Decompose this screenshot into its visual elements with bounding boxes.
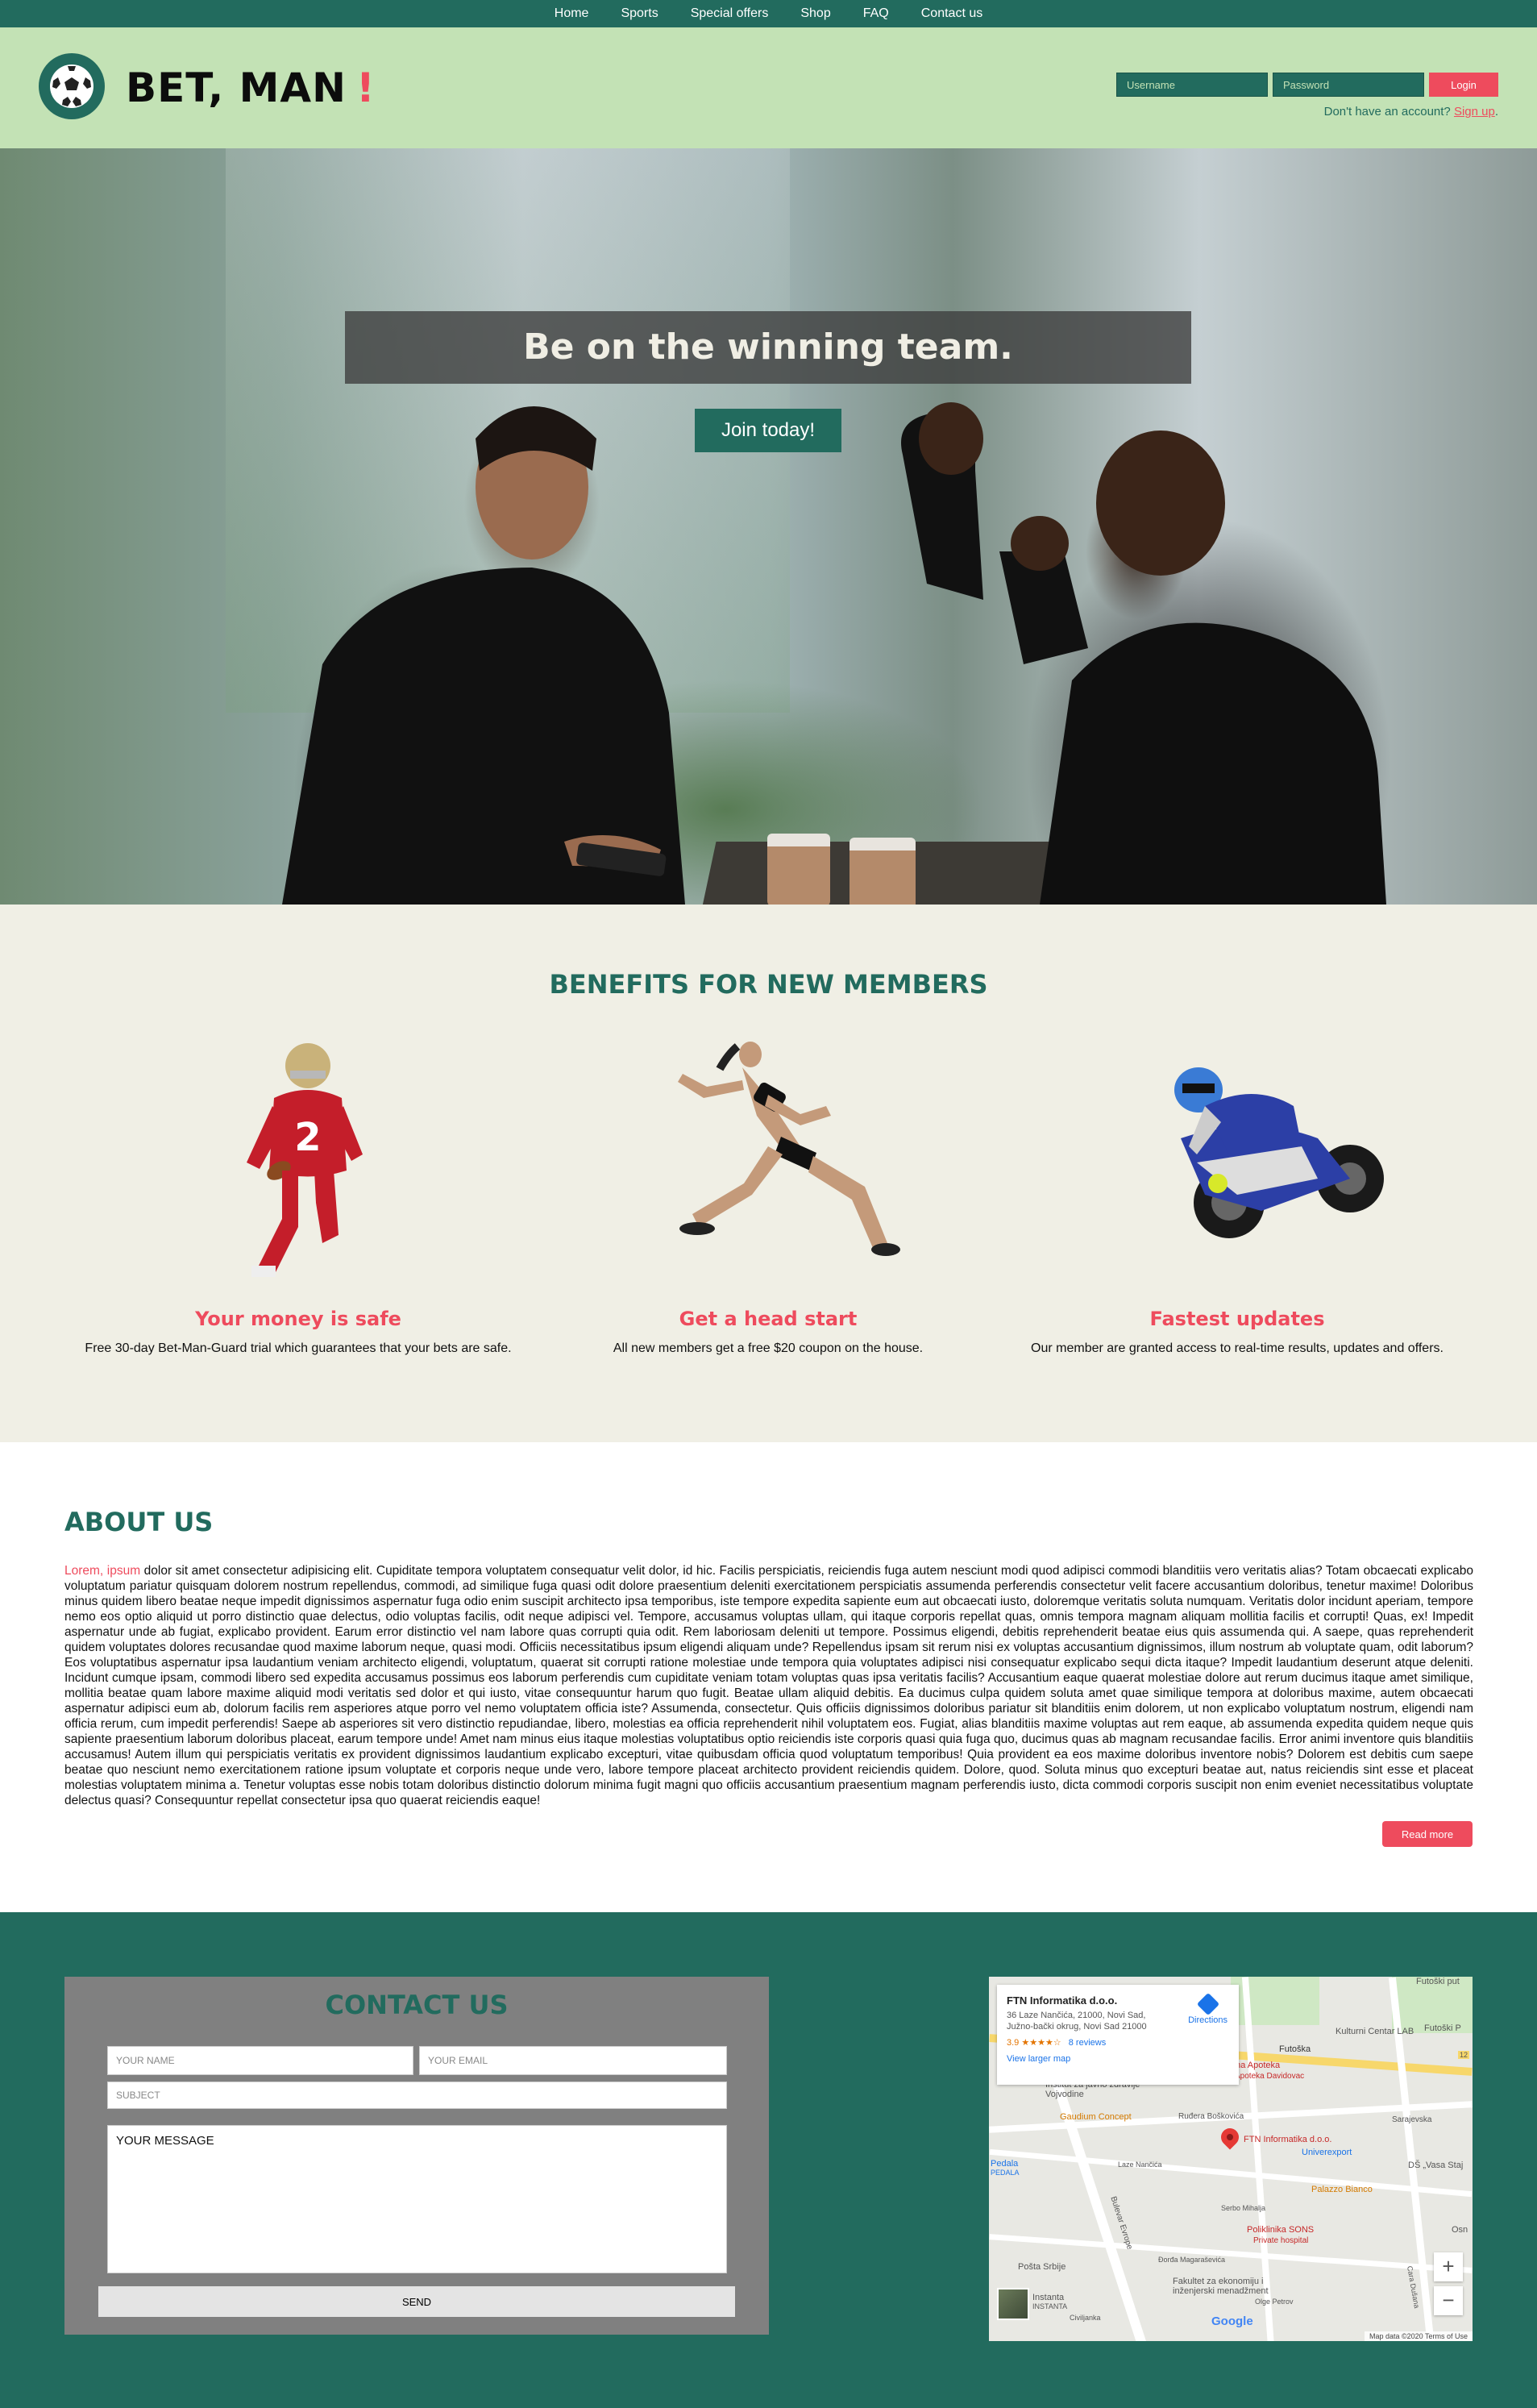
map-info-card: FTN Informatika d.o.o. 36 Laze Nančića, … <box>997 1985 1239 2085</box>
directions-label: Directions <box>1188 2015 1228 2025</box>
hero-banner: Be on the winning team. Join today! <box>0 148 1537 905</box>
star-rating-icon: ★★★★☆ <box>1021 2038 1061 2048</box>
map-label: Olge Petrov <box>1255 2298 1294 2306</box>
soccer-ball-icon[interactable] <box>39 53 105 119</box>
nav-contact-us[interactable]: Contact us <box>921 6 982 21</box>
map-label: Poliklinika SONS <box>1247 2225 1315 2235</box>
nav-faq[interactable]: FAQ <box>863 6 889 21</box>
map-label: Univerexport <box>1302 2148 1352 2157</box>
map-label: INSTANTA <box>1032 2302 1068 2310</box>
map-label: Serbo Mihalja <box>1221 2204 1266 2212</box>
map-road-badge: 12 <box>1458 2051 1470 2059</box>
map-label: Private hospital <box>1253 2236 1309 2245</box>
map-label: DŠ „Vasa Staj <box>1408 2161 1464 2170</box>
nav-special-offers[interactable]: Special offers <box>691 6 769 21</box>
benefit-title: Fastest updates <box>1149 1308 1325 1330</box>
benefit-card: 2 Your money is safe Free 30-day Bet-Man… <box>56 1042 540 1356</box>
map-label: Laze Nančića <box>1118 2161 1162 2169</box>
message-textarea[interactable] <box>107 2125 727 2273</box>
signup-prompt: Don't have an account? Sign up. <box>1324 105 1498 119</box>
about-text: Lorem, ipsum dolor sit amet consectetur … <box>64 1563 1473 1808</box>
map-rating-value: 3.9 <box>1007 2038 1020 2048</box>
embedded-map[interactable]: Futoški put Kulturni Centar LAB Futoški … <box>989 1977 1473 2341</box>
nav-sports[interactable]: Sports <box>621 6 658 21</box>
brand-name: BET, MAN <box>126 64 347 111</box>
map-label: Futoški P <box>1424 2023 1461 2033</box>
contact-form: CONTACT US SEND <box>64 1977 769 2335</box>
map-label: Đorđa Magaraševića <box>1158 2256 1226 2264</box>
email-input[interactable] <box>419 2046 727 2075</box>
map-label: Fakultet za ekonomiju i inženjerski mena… <box>1173 2277 1269 2296</box>
svg-text:2: 2 <box>294 1115 321 1160</box>
footer: CONTACT US SEND Futoški put Kulturni Cen… <box>0 1912 1537 2408</box>
map-label: Futoška <box>1279 2044 1311 2054</box>
map-label: Apoteka Davidovac <box>1235 2072 1305 2081</box>
map-rating: 3.9 ★★★★☆ 8 reviews <box>1007 2037 1229 2048</box>
map-label: PEDALA <box>991 2169 1020 2177</box>
username-input[interactable] <box>1116 73 1268 97</box>
password-input[interactable] <box>1273 73 1424 97</box>
benefit-text: Free 30-day Bet-Man-Guard trial which gu… <box>85 1341 512 1355</box>
join-today-button[interactable]: Join today! <box>695 409 841 452</box>
map-label: Kulturni Centar LAB <box>1336 2027 1414 2036</box>
map-label: Futoški put <box>1416 1977 1460 1986</box>
zoom-in-button[interactable]: + <box>1434 2252 1463 2281</box>
motorcycle-racer-image <box>995 1042 1479 1283</box>
google-logo: Google <box>1211 2314 1253 2328</box>
brand-logo-text[interactable]: BET, MAN! <box>126 64 376 111</box>
about-title: ABOUT US <box>64 1507 214 1537</box>
directions-icon <box>1196 1992 1219 2016</box>
brand-exclamation: ! <box>355 64 376 111</box>
benefit-title: Your money is safe <box>195 1308 401 1330</box>
map-location-pin-icon[interactable] <box>1217 2124 1243 2150</box>
benefits-title: BENEFITS FOR NEW MEMBERS <box>549 969 988 1000</box>
map-label: FTN Informatika d.o.o. <box>1244 2135 1332 2144</box>
map-label: Palazzo Bianco <box>1311 2185 1373 2194</box>
map-reviews-link[interactable]: 8 reviews <box>1069 2038 1106 2048</box>
login-button[interactable]: Login <box>1429 73 1498 97</box>
zoom-out-button[interactable]: − <box>1434 2286 1463 2315</box>
top-nav: Home Sports Special offers Shop FAQ Cont… <box>0 0 1537 27</box>
satellite-toggle-thumbnail[interactable] <box>997 2288 1029 2320</box>
about-section: ABOUT US Lorem, ipsum dolor sit amet con… <box>0 1442 1537 1912</box>
signup-prompt-text: Don't have an account? <box>1323 105 1451 119</box>
site-header: BET, MAN! Login Don't have an account? S… <box>0 27 1537 148</box>
signup-suffix: . <box>1494 105 1498 119</box>
about-body: dolor sit amet consectetur adipisicing e… <box>64 1564 1473 1807</box>
nav-home[interactable]: Home <box>555 6 589 21</box>
map-label: Instanta <box>1032 2293 1065 2302</box>
name-input[interactable] <box>107 2046 413 2075</box>
about-lead: Lorem, ipsum <box>64 1564 141 1578</box>
benefit-card: Get a head start All new members get a f… <box>526 1042 1010 1356</box>
benefit-text: Our member are granted access to real-ti… <box>1031 1341 1444 1355</box>
signup-link[interactable]: Sign up <box>1454 105 1495 119</box>
running-woman-image <box>526 1042 1010 1283</box>
map-label: Sarajevska <box>1392 2115 1432 2124</box>
contact-title: CONTACT US <box>325 1990 509 2020</box>
map-label: Gaudium Concept <box>1060 2112 1132 2122</box>
subject-input[interactable] <box>107 2082 727 2109</box>
directions-button[interactable]: Directions <box>1188 1992 1228 2025</box>
map-label: Pedala <box>991 2159 1019 2169</box>
hero-photo-people <box>282 402 1386 905</box>
read-more-button[interactable]: Read more <box>1382 1821 1473 1847</box>
benefits-section: BENEFITS FOR NEW MEMBERS 2 Your money is… <box>0 905 1537 1442</box>
hero-title: Be on the winning team. <box>345 311 1191 384</box>
map-label: Osn <box>1452 2225 1468 2235</box>
benefit-text: All new members get a free $20 coupon on… <box>613 1341 924 1355</box>
nav-shop[interactable]: Shop <box>800 6 830 21</box>
view-larger-map-link[interactable]: View larger map <box>1007 2054 1229 2064</box>
map-label: Civiljanka <box>1070 2314 1101 2322</box>
map-terms[interactable]: Map data ©2020 Terms of Use <box>1364 2331 1473 2341</box>
map-label: Pošta Srbije <box>1018 2262 1066 2272</box>
map-label: Ruđera Boškovića <box>1178 2112 1244 2121</box>
map-place-address: 36 Laze Nančića, 21000, Novi Sad, Južno-… <box>1007 2011 1147 2032</box>
benefit-title: Get a head start <box>679 1308 858 1330</box>
benefit-card: Fastest updates Our member are granted a… <box>995 1042 1479 1356</box>
football-player-image: 2 <box>56 1042 540 1283</box>
map-label: Cara Dušana <box>1405 2265 1422 2309</box>
send-button[interactable]: SEND <box>98 2286 735 2317</box>
login-form: Login <box>1116 73 1498 97</box>
map-road <box>989 2148 1473 2198</box>
